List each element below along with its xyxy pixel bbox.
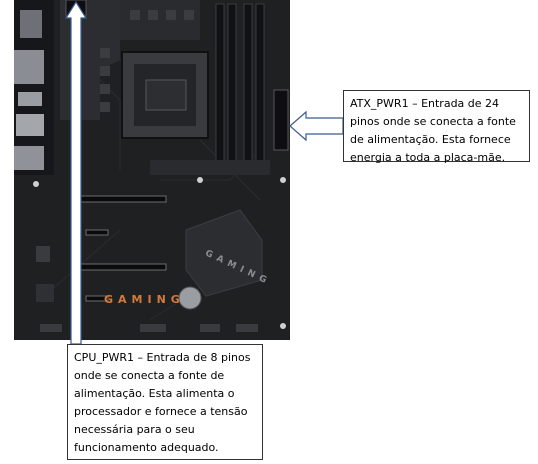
cpu-pwr1-callout: CPU_PWR1 – Entrada de 8 pinos onde se co… xyxy=(67,344,263,460)
gaming-logo: GAMING xyxy=(104,293,185,306)
io-port-top xyxy=(20,10,42,38)
dvi-port xyxy=(14,50,44,84)
caps-block xyxy=(36,246,50,262)
atx-pwr1-connector xyxy=(273,89,289,151)
coin-battery xyxy=(178,286,202,310)
atx-pwr1-callout: ATX_PWR1 – Entrada de 24 pinos onde se c… xyxy=(343,90,530,164)
pcie-slot-small-1 xyxy=(85,229,109,236)
pcie-slot-2 xyxy=(77,263,167,271)
audio-port xyxy=(14,146,44,170)
cpu-pwr1-callout-text: CPU_PWR1 – Entrada de 8 pinos onde se co… xyxy=(74,351,251,454)
cpu-socket-lever xyxy=(145,79,187,111)
atx-pwr1-arrow xyxy=(289,110,344,142)
usb-port-1 xyxy=(18,92,42,106)
lan-port xyxy=(16,114,44,136)
board-armor xyxy=(150,160,270,175)
audio-chip xyxy=(36,284,54,302)
atx-pwr1-callout-text: ATX_PWR1 – Entrada de 24 pinos onde se c… xyxy=(350,97,516,164)
pcie-slot-1 xyxy=(77,195,167,203)
